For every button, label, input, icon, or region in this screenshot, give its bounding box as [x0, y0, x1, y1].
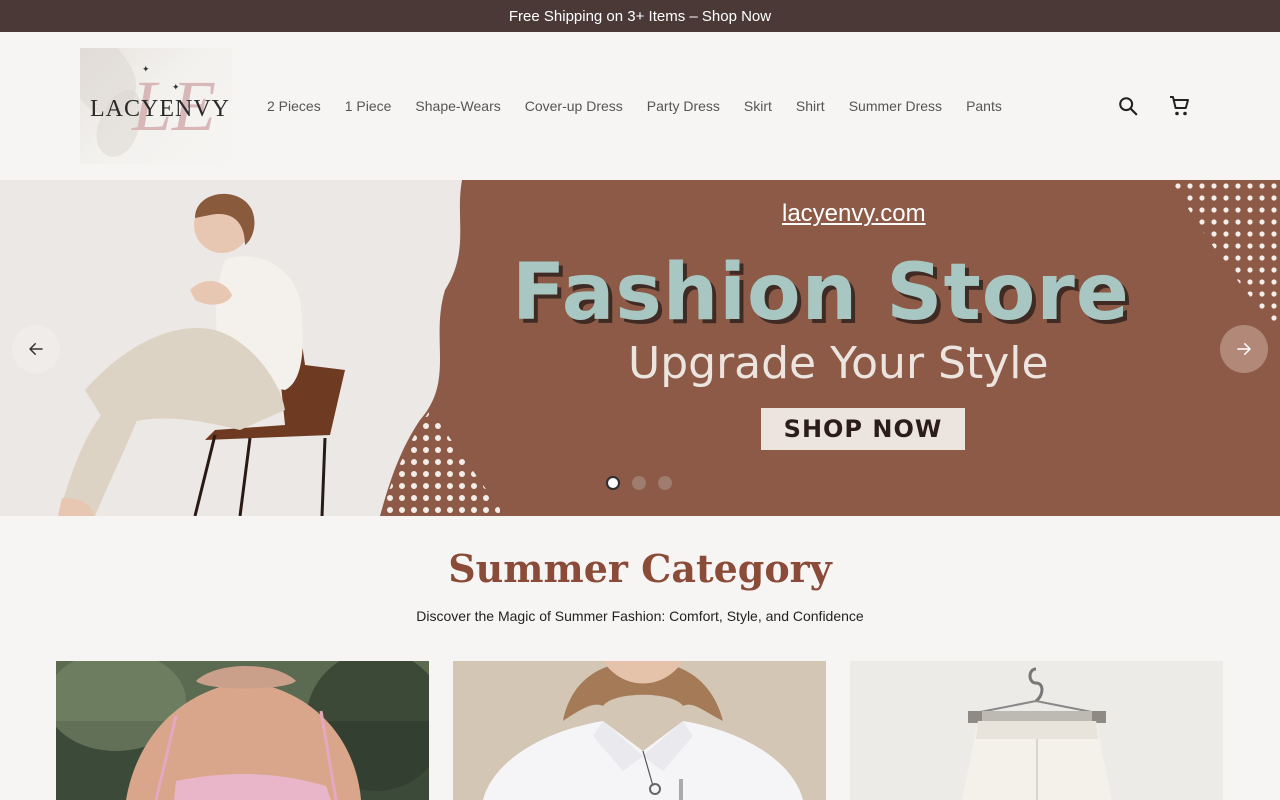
nav-item-pants[interactable]: Pants: [966, 98, 1002, 114]
main-nav: 2 Pieces 1 Piece Shape-Wears Cover-up Dr…: [267, 32, 1002, 180]
search-button[interactable]: [1114, 92, 1142, 120]
nav-item-shape-wears[interactable]: Shape-Wears: [415, 98, 500, 114]
section-title: Summer Category: [448, 546, 832, 591]
nav-item-summer-dress[interactable]: Summer Dress: [849, 98, 942, 114]
nav-item-skirt[interactable]: Skirt: [744, 98, 772, 114]
category-card-1[interactable]: [56, 661, 429, 800]
hero-model-image: [0, 180, 500, 516]
cart-button[interactable]: [1166, 92, 1194, 120]
nav-item-1-piece[interactable]: 1 Piece: [345, 98, 392, 114]
search-icon: [1119, 97, 1138, 116]
shop-now-button[interactable]: SHOP NOW: [761, 408, 965, 450]
sparkle-icon: ✦: [172, 82, 180, 92]
cart-icon: [1170, 96, 1189, 116]
hero-title: Fashion Store: [512, 248, 1130, 338]
carousel-prev-button[interactable]: [12, 325, 60, 373]
category-image-3: [850, 661, 1223, 800]
hero-subtitle: Upgrade Your Style: [628, 338, 1049, 389]
logo-wordmark: LACYENVY: [90, 96, 230, 122]
nav-item-shirt[interactable]: Shirt: [796, 98, 825, 114]
category-card-3[interactable]: [850, 661, 1223, 800]
category-image-2: [453, 661, 826, 800]
nav-item-party-dress[interactable]: Party Dress: [647, 98, 720, 114]
carousel-dots: [606, 476, 672, 490]
category-card-2[interactable]: [453, 661, 826, 800]
arrow-right-icon: [1237, 343, 1251, 355]
category-image-1: [56, 661, 429, 800]
carousel-next-button[interactable]: [1220, 325, 1268, 373]
announcement-bar[interactable]: Free Shipping on 3+ Items – Shop Now: [0, 0, 1280, 32]
carousel-dot-2[interactable]: [632, 476, 646, 490]
category-cards: [56, 661, 1223, 800]
arrow-left-icon: [29, 343, 43, 355]
hero-carousel: lacyenvy.com Fashion Store Upgrade Your …: [0, 180, 1280, 516]
nav-item-cover-up-dress[interactable]: Cover-up Dress: [525, 98, 623, 114]
hero-url-link[interactable]: lacyenvy.com: [782, 200, 926, 228]
brand-logo[interactable]: LE ✦ ✦ LACYENVY: [80, 48, 232, 164]
announcement-text[interactable]: Free Shipping on 3+ Items – Shop Now: [509, 8, 771, 25]
nav-item-2-pieces[interactable]: 2 Pieces: [267, 98, 321, 114]
carousel-dot-3[interactable]: [658, 476, 672, 490]
section-subtitle: Discover the Magic of Summer Fashion: Co…: [416, 608, 864, 624]
site-header: LE ✦ ✦ LACYENVY 2 Pieces 1 Piece Shape-W…: [0, 32, 1280, 180]
sparkle-icon: ✦: [142, 64, 150, 74]
carousel-dot-1[interactable]: [606, 476, 620, 490]
